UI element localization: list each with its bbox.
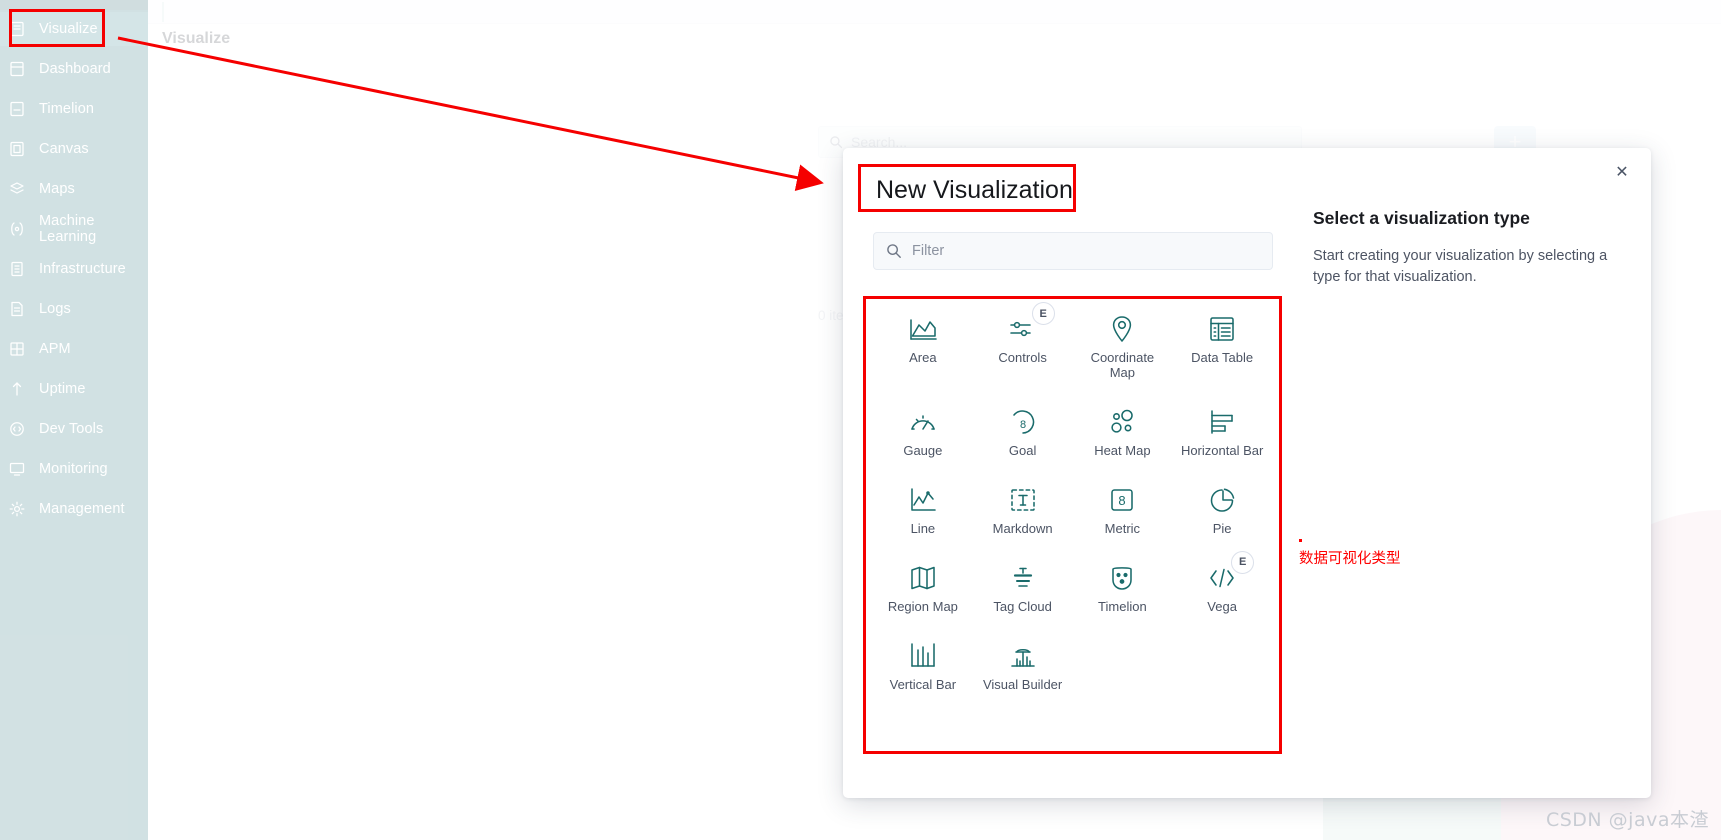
viz-type-label: Goal <box>1008 442 1037 458</box>
filter-search-icon <box>886 243 902 259</box>
viz-type-vertical-bar[interactable]: Vertical Bar <box>873 633 973 693</box>
viz-type-horizontal-bar[interactable]: Horizontal Bar <box>1172 399 1272 459</box>
close-icon[interactable]: ✕ <box>1611 161 1633 183</box>
annotation-dot <box>1299 539 1302 542</box>
modal-title: New Visualization <box>876 176 1073 204</box>
viz-type-coordinate-map[interactable]: Coordinate Map <box>1073 306 1173 381</box>
screenshot-root: VisualizeDashboardTimelionCanvasMapsMach… <box>0 0 1721 840</box>
area-chart-icon <box>908 314 938 344</box>
viz-type-visual-builder[interactable]: Visual Builder <box>973 633 1073 693</box>
right-pane-heading: Select a visualization type <box>1313 208 1530 228</box>
viz-type-goal[interactable]: 8 Goal <box>973 399 1073 459</box>
viz-type-label: Metric <box>1104 520 1141 536</box>
region-map-icon <box>908 563 938 593</box>
viz-type-heat-map[interactable]: Heat Map <box>1073 399 1173 459</box>
viz-type-label: Line <box>910 520 936 536</box>
modal-right-pane: Select a visualization type Start creati… <box>1313 208 1623 287</box>
viz-type-label: Heat Map <box>1094 442 1151 458</box>
visualization-type-grid: Area E Controls Coordinate Map Data Table Gau… <box>873 302 1272 693</box>
viz-type-label: Controls <box>998 350 1047 365</box>
coordinate-map-icon <box>1107 314 1137 344</box>
viz-type-label: Pie <box>1212 520 1232 536</box>
watermark: CSDN @java本渣 <box>1545 809 1709 831</box>
viz-type-label: Area <box>909 350 937 365</box>
viz-type-label: Region Map <box>887 598 958 614</box>
viz-type-gauge[interactable]: Gauge <box>873 399 973 459</box>
viz-type-region-map[interactable]: Region Map <box>873 555 973 615</box>
viz-type-label: Timelion <box>1098 598 1147 614</box>
experimental-badge: E <box>1231 550 1255 574</box>
viz-type-metric[interactable]: 8 Metric <box>1073 477 1173 537</box>
gauge-icon <box>908 407 938 437</box>
viz-type-label: Coordinate Map <box>1090 350 1155 380</box>
pie-chart-icon <box>1207 485 1237 515</box>
new-visualization-modal: ✕ New Visualization Area E Controls Coordin… <box>843 148 1651 798</box>
viz-type-controls[interactable]: E Controls <box>973 302 1073 381</box>
viz-type-label: Visual Builder <box>982 676 1063 692</box>
viz-type-vega[interactable]: E Vega <box>1172 550 1272 615</box>
visual-builder-icon <box>1008 641 1038 671</box>
viz-type-label: Tag Cloud <box>993 598 1052 614</box>
viz-type-timelion[interactable]: Timelion <box>1073 555 1173 615</box>
tag-cloud-icon <box>1008 563 1038 593</box>
viz-type-label: Vertical Bar <box>889 676 957 692</box>
viz-type-area[interactable]: Area <box>873 306 973 381</box>
sidebar-visualize-annotation-box <box>9 9 105 47</box>
goal-icon: 8 <box>1008 407 1038 437</box>
svg-text:8: 8 <box>1119 493 1126 508</box>
vertical-bar-icon <box>908 641 938 671</box>
line-chart-icon <box>908 485 938 515</box>
horizontal-bar-icon <box>1207 407 1237 437</box>
chinese-annotation-label: 数据可视化类型 <box>1299 551 1401 567</box>
viz-type-label: Horizontal Bar <box>1180 442 1264 458</box>
viz-type-line[interactable]: Line <box>873 477 973 537</box>
experimental-badge: E <box>1031 302 1055 325</box>
data-table-icon <box>1207 314 1237 344</box>
filter-input[interactable] <box>912 243 1260 259</box>
viz-type-data-table[interactable]: Data Table <box>1172 306 1272 381</box>
viz-type-label: Vega <box>1207 598 1237 614</box>
right-pane-body: Start creating your visualization by sel… <box>1313 248 1608 285</box>
viz-type-label: Markdown <box>992 520 1053 536</box>
timelion-icon <box>1107 563 1137 593</box>
filter-bar[interactable] <box>873 232 1273 270</box>
viz-type-label: Gauge <box>903 442 943 458</box>
metric-icon: 8 <box>1107 485 1137 515</box>
modal-title-annotation-box: New Visualization <box>858 164 1076 212</box>
viz-type-label: Data Table <box>1191 350 1254 365</box>
svg-text:8: 8 <box>1020 419 1026 431</box>
viz-type-tag-cloud[interactable]: Tag Cloud <box>973 555 1073 615</box>
markdown-icon <box>1008 485 1038 515</box>
viz-type-markdown[interactable]: Markdown <box>973 477 1073 537</box>
viz-type-pie[interactable]: Pie <box>1172 477 1272 537</box>
heat-map-icon <box>1107 407 1137 437</box>
